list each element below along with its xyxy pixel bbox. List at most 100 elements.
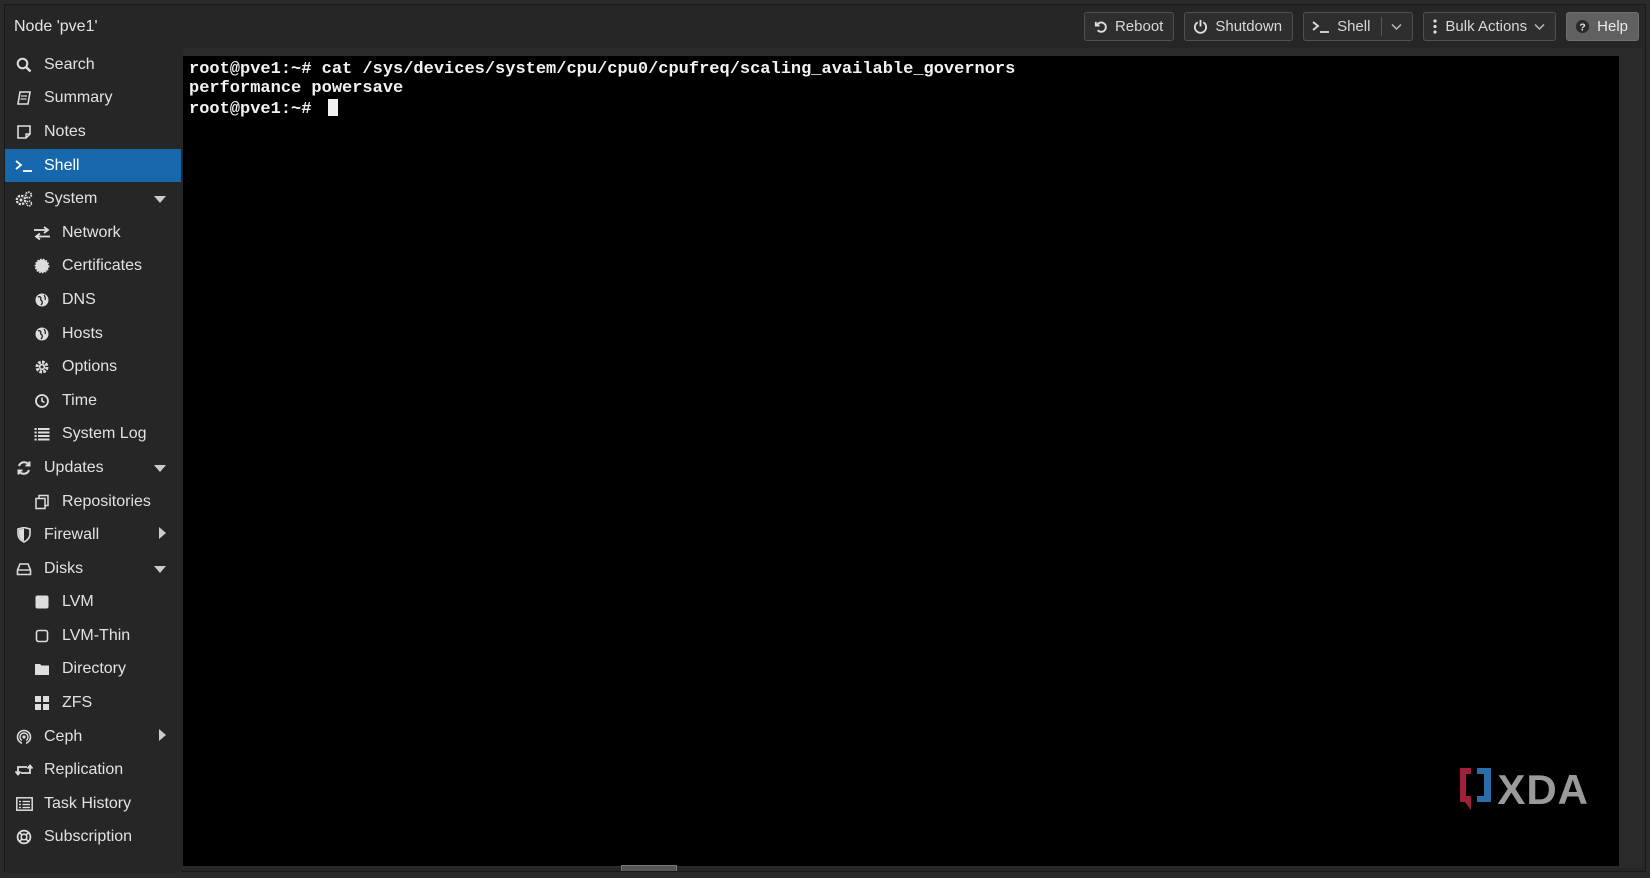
terminal-cursor <box>327 98 338 116</box>
files-icon <box>32 492 52 512</box>
notes-icon <box>14 122 34 142</box>
watermark-text: XDA <box>1497 766 1589 813</box>
sidebar-item-disks[interactable]: Disks <box>5 552 181 586</box>
shutdown-button[interactable]: Shutdown <box>1184 12 1294 41</box>
gear-icon <box>32 357 52 377</box>
sidebar-item-label: System <box>44 190 98 208</box>
globe-icon <box>32 324 52 344</box>
sidebar-item-certificates[interactable]: Certificates <box>5 250 181 284</box>
sidebar-item-shell[interactable]: Shell <box>5 148 181 183</box>
search-icon <box>14 55 34 75</box>
undo-icon <box>1093 19 1108 34</box>
sidebar-item-search[interactable]: Search <box>5 48 181 82</box>
sidebar-item-label: Disks <box>44 559 84 577</box>
sidebar-item-updates[interactable]: Updates <box>5 451 181 485</box>
sidebar-item-label: Notes <box>44 122 86 140</box>
help-label: Help <box>1597 18 1628 35</box>
toolbar: Reboot Shutdown Shell Bulk Actions ? Hel… <box>1083 12 1639 41</box>
xda-watermark: XDA <box>1457 764 1589 816</box>
clock-icon <box>32 391 52 411</box>
node-header: Node 'pve1' Reboot Shutdown Shell Bulk A… <box>5 5 1645 48</box>
sidebar-item-label: Ceph <box>44 727 83 745</box>
app-frame: Node 'pve1' Reboot Shutdown Shell Bulk A… <box>4 4 1646 873</box>
shell-button[interactable]: Shell <box>1303 12 1414 41</box>
sidebar-item-label: Subscription <box>44 828 133 846</box>
refresh-icon <box>14 458 34 478</box>
svg-text:?: ? <box>1579 22 1585 33</box>
sidebar-item-label: System Log <box>62 425 147 443</box>
xda-logo-icon <box>1457 764 1495 816</box>
sidebar-item-directory[interactable]: Directory <box>5 653 181 687</box>
sidebar-item-summary[interactable]: Summary <box>5 82 181 116</box>
caret-right-icon[interactable] <box>159 728 166 746</box>
terminal-console[interactable]: root@pve1:~# cat /sys/devices/system/cpu… <box>183 56 1619 866</box>
sidebar-item-firewall[interactable]: Firewall <box>5 518 181 552</box>
list-icon <box>32 424 52 444</box>
chevron-down-icon[interactable] <box>1391 23 1402 31</box>
sidebar-item-network[interactable]: Network <box>5 216 181 250</box>
sidebar-item-lvm-thin[interactable]: LVM-Thin <box>5 619 181 653</box>
page-title: Node 'pve1' <box>14 17 98 35</box>
terminal-icon <box>14 156 34 176</box>
sidebar-item-system-log[interactable]: System Log <box>5 418 181 452</box>
resize-handle[interactable] <box>621 865 677 871</box>
sidebar-item-subscription[interactable]: Subscription <box>5 821 181 855</box>
help-button[interactable]: ? Help <box>1566 12 1639 41</box>
caret-down-icon[interactable] <box>154 560 166 578</box>
sidebar-item-label: Shell <box>44 156 80 174</box>
sidebar-item-label: Task History <box>44 794 132 812</box>
sidebar-item-label: Search <box>44 55 95 73</box>
ellipsis-vertical-icon <box>1432 19 1438 34</box>
folder-icon <box>32 659 52 679</box>
sidebar-item-label: Options <box>62 358 118 376</box>
sidebar-item-time[interactable]: Time <box>5 384 181 418</box>
sidebar-item-label: Summary <box>44 89 113 107</box>
sidebar-item-label: Hosts <box>62 324 103 342</box>
exchange-icon <box>32 223 52 243</box>
certificate-icon <box>32 256 52 276</box>
sidebar-item-label: DNS <box>62 290 96 308</box>
sidebar-item-options[interactable]: Options <box>5 350 181 384</box>
sidebar-item-task-history[interactable]: Task History <box>5 787 181 821</box>
sidebar-item-label: Updates <box>44 458 104 476</box>
sidebar-item-label: Network <box>62 223 121 241</box>
power-icon <box>1193 19 1208 34</box>
terminal-icon <box>1312 20 1330 34</box>
sidebar-item-lvm[interactable]: LVM <box>5 586 181 620</box>
bulk-actions-button[interactable]: Bulk Actions <box>1423 12 1557 41</box>
terminal-prompt: root@pve1:~# <box>189 99 322 119</box>
sidebar-item-ceph[interactable]: Ceph <box>5 720 181 754</box>
caret-down-icon[interactable] <box>154 459 166 477</box>
split-divider <box>1381 17 1383 36</box>
sidebar-item-system[interactable]: System <box>5 182 181 216</box>
sidebar-item-label: Directory <box>62 660 127 678</box>
caret-down-icon[interactable] <box>154 190 166 208</box>
sidebar-item-notes[interactable]: Notes <box>5 115 181 149</box>
question-circle-icon: ? <box>1575 19 1590 34</box>
terminal-line: root@pve1:~# cat /sys/devices/system/cpu… <box>189 60 1016 79</box>
chevron-down-icon <box>1534 23 1545 31</box>
content-panel: root@pve1:~# cat /sys/devices/system/cpu… <box>183 48 1643 868</box>
sidebar-item-zfs[interactable]: ZFS <box>5 686 181 720</box>
retweet-icon <box>14 760 34 780</box>
list-alt-icon <box>14 794 34 814</box>
sidebar: Search Summary Notes Shell System Networ… <box>5 48 181 873</box>
ceph-icon <box>14 727 34 747</box>
reboot-label: Reboot <box>1114 18 1164 35</box>
sidebar-item-label: LVM <box>62 593 94 611</box>
sidebar-item-repositories[interactable]: Repositories <box>5 485 181 519</box>
sidebar-item-label: ZFS <box>62 694 93 712</box>
sidebar-item-hosts[interactable]: Hosts <box>5 317 181 351</box>
terminal-prompt-line: root@pve1:~# <box>189 98 1619 119</box>
square-icon <box>32 592 52 612</box>
reboot-button[interactable]: Reboot <box>1083 12 1175 41</box>
sidebar-item-replication[interactable]: Replication <box>5 753 181 787</box>
sidebar-item-label: Replication <box>44 761 124 779</box>
sidebar-item-label: Repositories <box>62 492 151 510</box>
sidebar-item-dns[interactable]: DNS <box>5 283 181 317</box>
th-large-icon <box>32 693 52 713</box>
shutdown-label: Shutdown <box>1215 18 1283 35</box>
bulk-actions-label: Bulk Actions <box>1445 18 1528 35</box>
shell-label: Shell <box>1337 18 1371 35</box>
caret-right-icon[interactable] <box>159 526 166 544</box>
